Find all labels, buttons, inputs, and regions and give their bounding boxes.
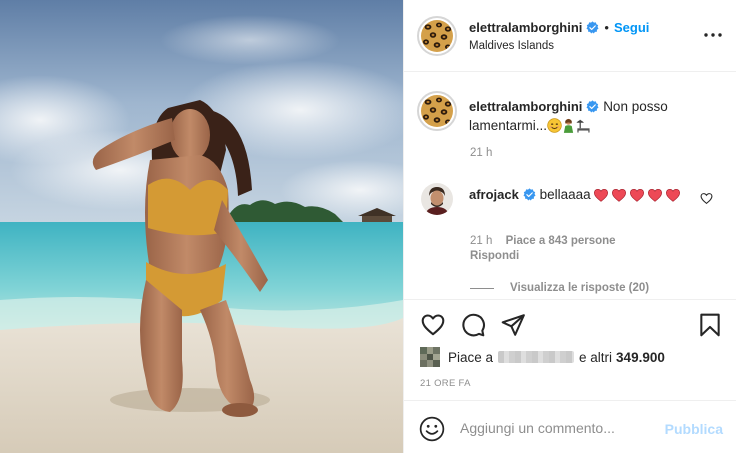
beach-bed-emoji-icon xyxy=(576,119,590,133)
caption-avatar[interactable] xyxy=(421,95,453,127)
red-heart-emoji-icon xyxy=(611,188,626,202)
smiley-icon[interactable] xyxy=(419,416,445,442)
likes-middle: e altri xyxy=(579,349,613,365)
likes-count[interactable]: 349.900 xyxy=(616,350,665,365)
view-replies-label: Visualizza le risposte (20) xyxy=(510,282,650,294)
verified-badge-icon xyxy=(586,21,599,34)
blurred-username[interactable] xyxy=(498,351,575,363)
comment-body: afrojack bellaaaa xyxy=(469,185,694,204)
comment-composer: Pubblica xyxy=(404,400,736,453)
red-heart-emoji-icon xyxy=(629,188,644,202)
likes-prefix: Piace a xyxy=(448,349,494,365)
post-header: elettralamborghini • Segui Maldives Isla… xyxy=(404,0,736,72)
author-username[interactable]: elettralamborghini xyxy=(469,20,582,35)
post-location[interactable]: Maldives Islands xyxy=(469,40,554,52)
more-options-icon[interactable] xyxy=(703,27,723,43)
header-name-row: elettralamborghini • Segui xyxy=(469,20,649,35)
comment-username[interactable]: afrojack xyxy=(469,187,519,202)
comment-input[interactable] xyxy=(460,415,660,441)
post-details-panel: elettralamborghini • Segui Maldives Isla… xyxy=(403,0,736,453)
replies-divider xyxy=(470,287,494,289)
post-timestamp: 21 ORE FA xyxy=(420,378,471,389)
leopard-print-avatar-icon xyxy=(421,95,453,127)
leopard-print-avatar-icon xyxy=(421,20,453,52)
caption-username[interactable]: elettralamborghini xyxy=(469,99,582,114)
verified-badge-icon xyxy=(586,100,599,113)
red-heart-emoji-icon xyxy=(665,188,680,202)
likes-summary[interactable]: Piace a e altri 349.900 xyxy=(420,347,665,367)
user-avatar-icon xyxy=(421,183,453,215)
comment-time: 21 h xyxy=(470,235,493,247)
avatar[interactable] xyxy=(421,20,453,52)
paper-plane-icon[interactable] xyxy=(500,312,526,338)
heart-icon[interactable] xyxy=(420,312,446,338)
verified-badge-icon xyxy=(523,188,536,201)
comment-avatar[interactable] xyxy=(421,183,453,215)
post-actions: Piace a e altri 349.900 21 ORE FA xyxy=(404,299,736,399)
view-replies-button[interactable]: Visualizza le risposte (20) xyxy=(470,282,649,294)
post-photo[interactable] xyxy=(0,0,403,453)
reply-button[interactable]: Rispondi xyxy=(470,250,519,262)
woman-emoji-icon xyxy=(563,118,574,133)
comment-likes[interactable]: Piace a 843 persone xyxy=(506,235,616,247)
beach-photo xyxy=(0,0,403,453)
separator-dot: • xyxy=(604,20,609,35)
red-heart-emoji-icon xyxy=(593,188,608,202)
comment-like-heart-icon[interactable] xyxy=(700,192,713,205)
follow-button[interactable]: Segui xyxy=(614,20,649,35)
publish-button[interactable]: Pubblica xyxy=(665,421,723,437)
comment-text: bellaaaa xyxy=(539,187,591,202)
red-heart-emoji-icon xyxy=(647,188,662,202)
smiling-face-emoji-icon xyxy=(547,118,562,133)
bookmark-icon[interactable] xyxy=(697,312,723,338)
comments-list[interactable]: elettralamborghini Non posso lamentarmi.… xyxy=(404,73,736,299)
liker-avatar-icon xyxy=(420,347,440,367)
caption-time: 21 h xyxy=(470,147,493,159)
hearts-emoji-group xyxy=(591,187,681,202)
comment-icon[interactable] xyxy=(460,312,486,338)
comment-meta: 21 h Piace a 843 persone xyxy=(470,235,616,247)
caption: elettralamborghini Non posso lamentarmi.… xyxy=(469,97,719,135)
